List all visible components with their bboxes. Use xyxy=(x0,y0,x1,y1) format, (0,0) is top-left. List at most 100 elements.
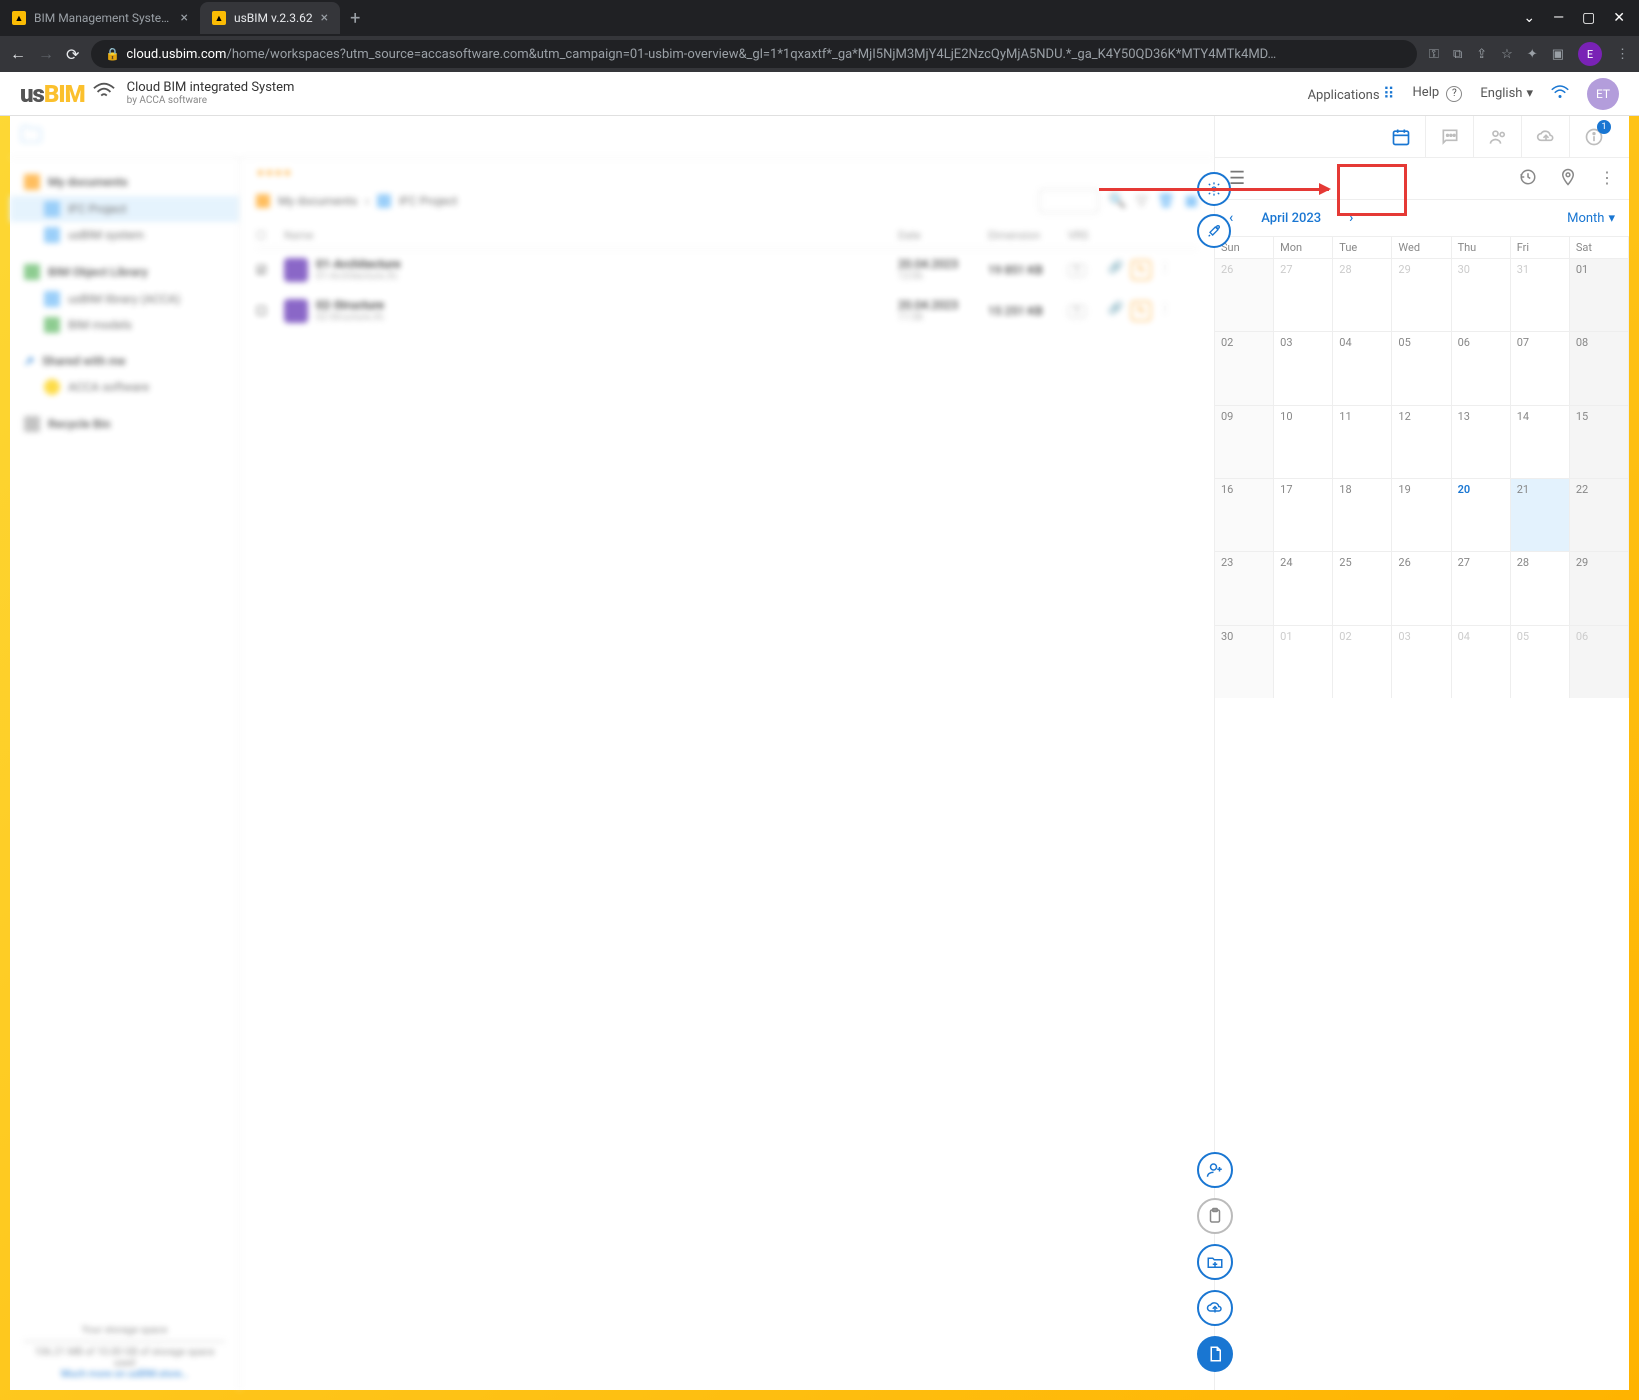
location-icon[interactable] xyxy=(1559,168,1577,190)
calendar-day[interactable]: 30 xyxy=(1452,259,1511,331)
calendar-day[interactable]: 19 xyxy=(1392,479,1451,551)
applications-link[interactable]: Applications ⠿ xyxy=(1308,84,1395,103)
crumb-label[interactable]: My documents xyxy=(278,194,357,208)
chevron-down-icon[interactable]: ⌄ xyxy=(1523,10,1535,26)
month-label[interactable]: April 2023 xyxy=(1261,211,1321,226)
calendar-day[interactable]: 02 xyxy=(1215,332,1274,404)
calendar-day[interactable]: 06 xyxy=(1452,332,1511,404)
sidebar-item-ifc-project[interactable]: IFC Project xyxy=(10,196,239,222)
new-document-fab[interactable] xyxy=(1197,1336,1233,1372)
calendar-day[interactable]: 05 xyxy=(1392,332,1451,404)
calendar-day[interactable]: 29 xyxy=(1570,552,1629,624)
calendar-day[interactable]: 12 xyxy=(1392,406,1451,478)
next-month-button[interactable]: › xyxy=(1349,210,1353,226)
sidebar-section-bim-library[interactable]: BIM Object Library xyxy=(10,258,239,286)
history-icon[interactable] xyxy=(1519,168,1537,190)
close-icon[interactable]: × xyxy=(181,10,188,26)
col-name[interactable]: Name xyxy=(284,229,898,242)
view-select[interactable]: Month ▾ xyxy=(1567,211,1615,226)
calendar-day[interactable]: 02 xyxy=(1333,626,1392,698)
key-icon[interactable]: ⚿ xyxy=(1429,47,1439,62)
calendar-day[interactable]: 26 xyxy=(1215,259,1274,331)
profile-avatar[interactable]: E xyxy=(1578,42,1602,66)
cloud-tab-icon[interactable] xyxy=(1521,116,1569,158)
edit-icon[interactable]: ✎ xyxy=(1131,260,1151,280)
calendar-day[interactable]: 28 xyxy=(1333,259,1392,331)
sidebar-section-shared[interactable]: ↗Shared with me xyxy=(10,348,239,374)
calendar-day[interactable]: 21 xyxy=(1511,479,1570,551)
sidebar-item-usbim-system[interactable]: usBIM system xyxy=(10,222,239,248)
paste-fab[interactable] xyxy=(1197,1198,1233,1234)
maximize-icon[interactable]: ▢ xyxy=(1582,10,1595,26)
link-icon[interactable]: 🔗 xyxy=(1108,301,1123,321)
info-tab-icon[interactable]: 1 xyxy=(1569,116,1617,158)
new-folder-fab[interactable] xyxy=(1197,1244,1233,1280)
menu-icon[interactable]: ☰ xyxy=(1229,168,1245,189)
col-date[interactable]: Date xyxy=(898,229,988,242)
extensions-icon[interactable]: ✦ xyxy=(1527,47,1538,62)
upload-fab[interactable] xyxy=(1197,1290,1233,1326)
grid-view-icon[interactable]: ▦ xyxy=(1185,193,1198,209)
panel-icon[interactable]: ▣ xyxy=(1552,47,1564,62)
calendar-day[interactable]: 16 xyxy=(1215,479,1274,551)
calendar-day[interactable]: 28 xyxy=(1511,552,1570,624)
calendar-day[interactable]: 18 xyxy=(1333,479,1392,551)
calendar-day[interactable]: 01 xyxy=(1570,259,1629,331)
chat-tab-icon[interactable] xyxy=(1425,116,1473,158)
share-icon[interactable]: ⇪ xyxy=(1476,47,1487,62)
kebab-icon[interactable]: ⋮ xyxy=(1159,301,1171,321)
new-tab-button[interactable]: + xyxy=(340,8,370,29)
storage-link[interactable]: Much more on usBIM.store… xyxy=(24,1369,225,1380)
kebab-icon[interactable]: ⋮ xyxy=(1616,47,1629,62)
table-row[interactable]: ☑ 01-Architecture01-Architecture.ifc 20.… xyxy=(256,249,1198,290)
calendar-day[interactable]: 13 xyxy=(1452,406,1511,478)
calendar-day[interactable]: 07 xyxy=(1511,332,1570,404)
team-tab-icon[interactable] xyxy=(1473,116,1521,158)
calendar-day[interactable]: 15 xyxy=(1570,406,1629,478)
calendar-day[interactable]: 05 xyxy=(1511,626,1570,698)
calendar-day[interactable]: 23 xyxy=(1215,552,1274,624)
language-select[interactable]: English ▾ xyxy=(1480,86,1533,101)
sidebar-item-bim-models[interactable]: BIM models xyxy=(10,312,239,338)
kebab-icon[interactable]: ⋮ xyxy=(1159,260,1171,280)
wifi-status-icon[interactable] xyxy=(1551,85,1569,103)
close-icon[interactable]: × xyxy=(321,10,328,26)
sidebar-item-acca[interactable]: ACCA software xyxy=(10,374,239,400)
checkbox-header[interactable]: ☐ xyxy=(256,229,284,242)
forward-button[interactable]: → xyxy=(38,44,54,64)
star-icon[interactable]: ☆ xyxy=(1501,47,1513,62)
add-user-fab[interactable] xyxy=(1197,1152,1233,1188)
search-icon[interactable]: 🔍 xyxy=(1109,193,1126,209)
col-vrs[interactable]: VRS xyxy=(1068,229,1108,242)
browser-tab[interactable]: ▲ BIM Management System | usBI… × xyxy=(0,2,200,34)
calendar-day[interactable]: 04 xyxy=(1452,626,1511,698)
table-row[interactable]: ☐ 02-Structure02-Structure.ifc 20.04.202… xyxy=(256,290,1198,331)
browser-tab-active[interactable]: ▲ usBIM v.2.3.62 × xyxy=(200,2,340,34)
calendar-day[interactable]: 03 xyxy=(1274,332,1333,404)
crumb-label[interactable]: IFC Project xyxy=(399,194,458,208)
close-window-icon[interactable]: ✕ xyxy=(1613,10,1625,26)
kebab-icon[interactable]: ⋮ xyxy=(1599,168,1615,190)
calendar-day[interactable]: 25 xyxy=(1333,552,1392,624)
tools-tab[interactable] xyxy=(1197,214,1231,248)
calendar-day[interactable]: 20 xyxy=(1452,479,1511,551)
row-checkbox[interactable]: ☑ xyxy=(256,263,284,277)
calendar-day[interactable]: 04 xyxy=(1333,332,1392,404)
calendar-day[interactable]: 08 xyxy=(1570,332,1629,404)
calendar-day[interactable]: 14 xyxy=(1511,406,1570,478)
row-checkbox[interactable]: ☐ xyxy=(256,304,284,318)
calendar-day[interactable]: 06 xyxy=(1570,626,1629,698)
calendar-day[interactable]: 01 xyxy=(1274,626,1333,698)
back-button[interactable]: ← xyxy=(10,44,26,64)
sidebar-section-recycle[interactable]: Recycle Bin xyxy=(10,410,239,438)
user-avatar[interactable]: ET xyxy=(1587,78,1619,110)
calendar-day[interactable]: 24 xyxy=(1274,552,1333,624)
calendar-day[interactable]: 10 xyxy=(1274,406,1333,478)
help-link[interactable]: Help ? xyxy=(1413,85,1463,102)
col-dim[interactable]: Dimension xyxy=(988,229,1068,242)
open-external-icon[interactable]: ⧉ xyxy=(1453,47,1462,62)
calendar-day[interactable]: 27 xyxy=(1274,259,1333,331)
calendar-day[interactable]: 11 xyxy=(1333,406,1392,478)
edit-icon[interactable]: ✎ xyxy=(1131,301,1151,321)
calendar-day[interactable]: 30 xyxy=(1215,626,1274,698)
